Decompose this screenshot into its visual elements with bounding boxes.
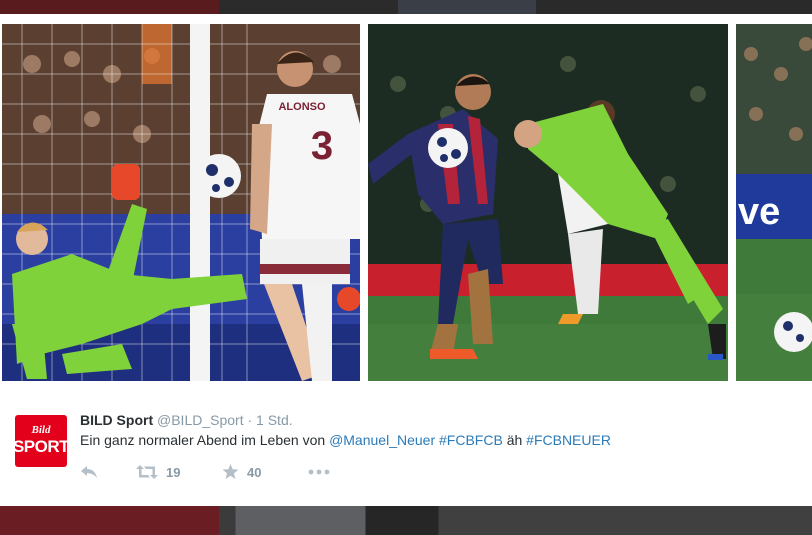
more-button[interactable] [308, 469, 330, 475]
background-strip-top [0, 0, 812, 14]
board-text: ve [738, 191, 780, 233]
photo-keeper-diving[interactable]: ALONSO 3 [2, 24, 360, 381]
retweet-button[interactable]: 19 [136, 465, 222, 480]
hashtag-link-fcbneuer[interactable]: #FCBNEUER [526, 432, 611, 448]
more-icon [308, 469, 330, 475]
retweet-icon [136, 465, 158, 479]
author-handle[interactable]: @BILD_Sport [157, 412, 244, 428]
tweet-text-mid: äh [506, 432, 523, 448]
tweet-text-lead: Ein ganz normaler Abend im Leben von [80, 432, 326, 448]
tweet-time[interactable]: 1 Std. [256, 412, 293, 428]
header-separator: · [247, 412, 253, 428]
tweet-actions: 19 40 [80, 462, 330, 482]
tweet-card: ALONSO 3 ve Bild SPORT BILD Sport @BILD_… [0, 14, 812, 506]
author-name[interactable]: BILD Sport [80, 412, 153, 428]
favorite-icon [222, 464, 239, 479]
reply-icon [81, 466, 97, 478]
tweet: Bild SPORT BILD Sport @BILD_Sport · 1 St… [0, 392, 812, 506]
photo-keeper-partial[interactable]: ve [736, 24, 812, 381]
reply-button[interactable] [80, 465, 136, 479]
mention-link[interactable]: @Manuel_Neuer [329, 432, 435, 448]
favorite-button[interactable]: 40 [222, 464, 308, 480]
favorite-count: 40 [247, 464, 262, 480]
avatar-logo-line-2: SPORT [12, 437, 70, 456]
tweet-header: BILD Sport @BILD_Sport · 1 Std. [80, 412, 293, 428]
photo-strip: ALONSO 3 ve [0, 24, 812, 392]
avatar[interactable]: Bild SPORT [12, 415, 70, 467]
background-strip-bottom [0, 506, 812, 535]
jersey-number-text: 3 [311, 124, 333, 168]
hashtag-link-fcbfcb[interactable]: #FCBFCB [439, 432, 503, 448]
photo-striker-vs-keeper[interactable] [368, 24, 728, 381]
retweet-count: 19 [166, 464, 181, 480]
tweet-text: Ein ganz normaler Abend im Leben von @Ma… [80, 432, 611, 448]
jersey-name-text: ALONSO [278, 101, 326, 113]
avatar-logo-line-1: Bild [31, 424, 51, 436]
